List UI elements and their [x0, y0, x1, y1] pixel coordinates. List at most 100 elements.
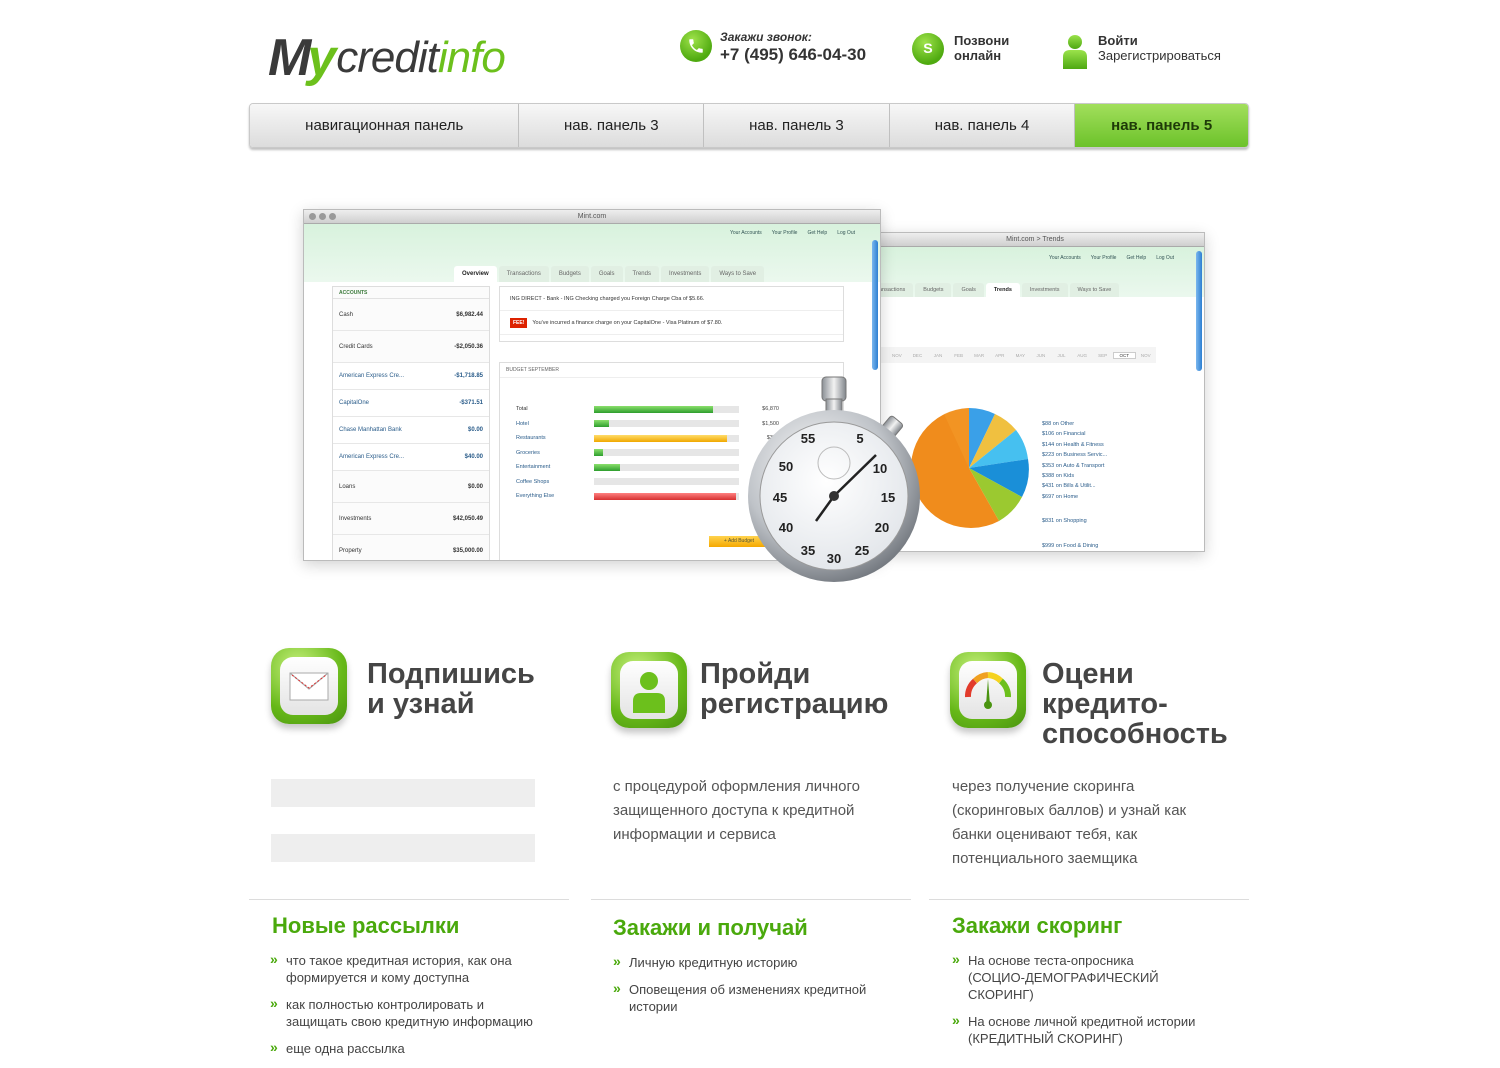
account-amount: $35,000.00 — [452, 547, 483, 554]
budget-bar-track — [594, 492, 739, 500]
month-label[interactable]: NOV — [887, 353, 908, 358]
month-label[interactable]: APR — [989, 353, 1010, 358]
section-title-scoring[interactable]: Закажи скоринг — [952, 913, 1122, 939]
skype-call-block[interactable]: S Позвони онлайн — [912, 33, 1009, 65]
account-amount: $0.00 — [467, 427, 483, 433]
account-row: Cash $6,982.44 — [333, 299, 489, 331]
trends-window-tabs: Transactions Budgets Goals Trends Investmen… — [866, 283, 1120, 297]
svg-text:25: 25 — [855, 543, 869, 558]
budget-bar-fill — [594, 405, 713, 413]
account-row: CapitalOne -$371.51 — [333, 390, 489, 417]
svg-text:45: 45 — [773, 490, 787, 505]
bullet-marker: » — [613, 953, 621, 969]
overview-window-links: Your Accounts Your Profile Get Help Log Out — [730, 230, 855, 236]
bullet-text-line: еще одна рассылка — [286, 1041, 405, 1056]
bullet-item[interactable]: » На основе теста-опросника (СОЦИО-ДЕМОГРА… — [952, 951, 1252, 1003]
svg-text:35: 35 — [801, 543, 815, 558]
pie-legend: $88 on Other $106 on Financial $144 on Hea… — [1042, 421, 1108, 549]
feature-title-score: Оцени кредито-способность — [1042, 658, 1228, 750]
budget-bar-fill — [594, 463, 621, 471]
month-label[interactable]: MAR — [969, 353, 990, 358]
bullet-item[interactable]: » еще одна рассылка — [270, 1039, 570, 1057]
section-title-newsletters[interactable]: Новые рассылки — [272, 913, 459, 939]
subscribe-icon — [271, 648, 349, 732]
account-name: CapitalOne — [339, 400, 370, 406]
bullet-item[interactable]: » На основе личной кредитной истории (КРЕД… — [952, 1012, 1252, 1047]
phone-number[interactable]: +7 (495) 646-04-30 — [720, 45, 866, 65]
accounts-panel: ACCOUNTS Cash $6,982.44 Credit Cards -$2,05… — [332, 286, 490, 560]
register-link[interactable]: Зарегистрироваться — [1098, 48, 1221, 63]
bullet-text-line: Личную кредитную историю — [629, 955, 798, 970]
scoring-list: » На основе теста-опросника (СОЦИО-ДЕМОГРА… — [952, 951, 1252, 1057]
account-name: Loans — [339, 483, 356, 490]
trends-window-header: Your Accounts Your Profile Get Help Log Out… — [866, 247, 1204, 297]
nav-item-1[interactable]: навигационная панель — [250, 104, 520, 147]
overview-window-titlebar: Mint.com — [304, 210, 880, 224]
account-name: American Express Cre... — [339, 454, 405, 460]
svg-text:5: 5 — [856, 431, 863, 446]
month-label[interactable]: AUG — [1072, 353, 1093, 358]
bullet-text-line: что такое кредитная история, как она — [286, 953, 512, 968]
subscribe-name-field[interactable] — [271, 779, 535, 807]
bullet-text-line: как полностью контролировать и — [286, 997, 485, 1012]
phone-icon — [680, 30, 712, 62]
nav-item-3[interactable]: нав. панель 3 — [704, 104, 890, 147]
month-label[interactable]: JUN — [1031, 353, 1052, 358]
month-label[interactable]: OCT — [1112, 351, 1136, 359]
alerts-panel: ING DIRECT - Bank - ING Checking charged… — [499, 286, 844, 342]
month-strip: OCTNOVDECJANFEBMARAPRMAYJUNJULAUGSEPOCTN… — [866, 347, 1156, 363]
svg-text:55: 55 — [801, 431, 815, 446]
bullet-marker: » — [270, 995, 278, 1011]
bullet-marker: » — [952, 1012, 960, 1028]
nav-item-4[interactable]: нав. панель 4 — [889, 104, 1076, 147]
account-name: American Express Cre... — [339, 373, 405, 379]
account-amount: -$371.51 — [459, 400, 483, 406]
trends-window-links: Your Accounts Your Profile Get Help Log Out — [1049, 255, 1174, 261]
month-label[interactable]: SEP — [1092, 353, 1113, 358]
bullet-item[interactable]: » Личную кредитную историю — [613, 953, 913, 971]
bullet-text-line: истории — [629, 999, 678, 1014]
month-label[interactable]: MAY — [1010, 353, 1031, 358]
svg-text:40: 40 — [779, 520, 793, 535]
login-link[interactable]: Войти — [1098, 33, 1221, 48]
bullet-marker: » — [613, 980, 621, 996]
month-label[interactable]: DEC — [907, 353, 928, 358]
bullet-text-line: Оповещения об изменениях кредитной — [629, 982, 867, 997]
feature-text-register: с процедурой оформления личного защищенно… — [613, 778, 861, 843]
nav-item-5-active[interactable]: нав. панель 5 — [1075, 104, 1248, 147]
month-label[interactable]: NOV — [1136, 353, 1157, 358]
svg-text:S: S — [923, 41, 932, 57]
month-label[interactable]: JUL — [1051, 353, 1072, 358]
account-name: Credit Cards — [339, 343, 373, 350]
stopwatch-icon: 55 5 50 10 45 15 40 20 35 25 30 — [748, 376, 920, 582]
bullet-item[interactable]: » как полностью контролировать и защищать … — [270, 995, 570, 1030]
divider — [591, 899, 911, 900]
user-icon — [1062, 33, 1088, 69]
account-block: Войти Зарегистрироваться — [1062, 33, 1221, 69]
account-amount: -$2,050.36 — [454, 343, 483, 350]
month-label[interactable]: FEB — [948, 353, 969, 358]
account-row: Loans $0.00 — [333, 471, 489, 503]
main-nav: навигационная панель нав. панель 3 нав. … — [249, 103, 1249, 148]
divider — [929, 899, 1249, 900]
svg-text:10: 10 — [873, 461, 887, 476]
account-name: Chase Manhattan Bank — [339, 427, 402, 433]
bullet-item[interactable]: » что такое кредитная история, как она фор… — [270, 951, 570, 986]
month-label[interactable]: JAN — [928, 353, 949, 358]
site-logo[interactable]: My credit info — [268, 24, 506, 84]
alert-row: ING DIRECT - Bank - ING Checking charged… — [500, 287, 843, 311]
subscribe-email-field[interactable] — [271, 834, 535, 862]
bullet-marker: » — [270, 951, 278, 967]
trends-window-titlebar: Mint.com > Trends — [866, 233, 1204, 247]
nav-item-2[interactable]: нав. панель 3 — [519, 104, 705, 147]
callback-label: Закажи звонок: — [720, 30, 812, 44]
section-title-order[interactable]: Закажи и получай — [613, 915, 808, 941]
budget-label: Coffee Shops — [516, 478, 550, 485]
skype-line2: онлайн — [954, 48, 1002, 63]
overview-scrollbar — [872, 240, 878, 370]
bullet-item[interactable]: » Оповещения об изменениях кредитной истор… — [613, 980, 913, 1015]
credit-score-gauge-icon — [950, 652, 1028, 736]
account-row: Property $35,000.00 — [333, 535, 489, 560]
callback-block[interactable]: Закажи звонок: +7 (495) 646-04-30 — [680, 30, 866, 65]
svg-text:30: 30 — [827, 551, 841, 566]
